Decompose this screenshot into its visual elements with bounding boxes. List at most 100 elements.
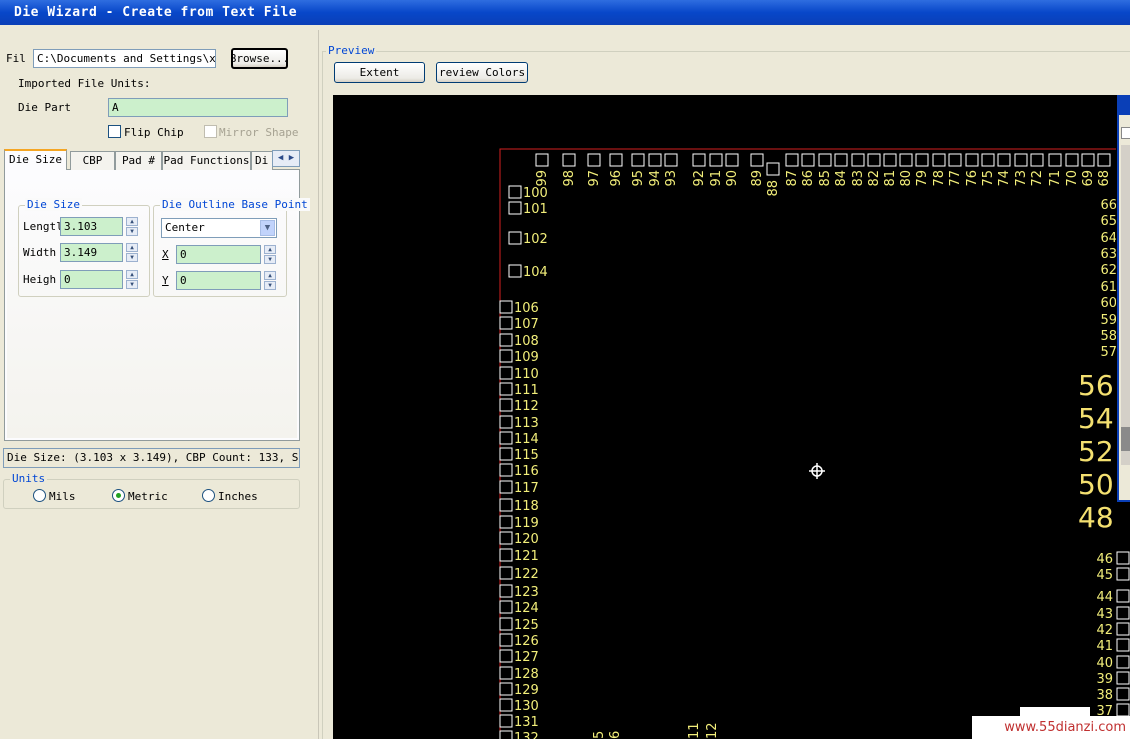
y-up-icon[interactable]: ▲ xyxy=(264,271,276,280)
pad-left xyxy=(499,666,513,680)
pad-label-top: 84 xyxy=(834,170,849,187)
height-up-icon[interactable]: ▲ xyxy=(126,270,138,279)
x-spinner[interactable]: ▲ ▼ xyxy=(264,245,276,265)
units-inches-radio[interactable] xyxy=(202,489,215,502)
pad-label-left: 127 xyxy=(514,650,539,665)
base-point-select[interactable]: Center ▼ xyxy=(161,218,277,238)
pad-right xyxy=(1116,606,1130,620)
units-mils-radio[interactable] xyxy=(33,489,46,502)
chevron-down-icon[interactable]: ▼ xyxy=(260,220,275,236)
pad-left xyxy=(499,531,513,545)
units-metric-radio[interactable] xyxy=(112,489,125,502)
y-label: Y xyxy=(162,274,169,287)
pad-right xyxy=(1116,687,1130,701)
pad-label-top: 86 xyxy=(801,170,816,187)
pad-label-left: 115 xyxy=(514,448,539,463)
pad-label-top: 69 xyxy=(1081,170,1096,187)
tab-pad-number[interactable]: Pad # xyxy=(115,151,162,170)
pad-label-top: 98 xyxy=(562,170,577,187)
browse-button[interactable]: Browse... xyxy=(231,48,288,69)
pad-label-top: 96 xyxy=(609,170,624,187)
pad-top xyxy=(725,153,739,167)
pad-label-left: 122 xyxy=(514,567,539,582)
pad-top xyxy=(535,153,549,167)
imported-units-label: Imported File Units: xyxy=(18,77,151,90)
pad-left xyxy=(508,231,522,245)
pad-label-right: 66 xyxy=(1100,198,1117,213)
pad-label-top: 75 xyxy=(981,170,996,187)
pad-top xyxy=(932,153,946,167)
width-spinner[interactable]: ▲ ▼ xyxy=(126,243,138,263)
height-down-icon[interactable]: ▼ xyxy=(126,280,138,289)
width-input[interactable]: 3.149 xyxy=(60,243,123,262)
pad-label-right: 60 xyxy=(1100,296,1117,311)
pad-label-left: 128 xyxy=(514,667,539,682)
pad-label-left: 123 xyxy=(514,585,539,600)
height-spinner[interactable]: ▲ ▼ xyxy=(126,270,138,290)
watermark: www.55dianzi.com xyxy=(972,716,1130,739)
length-up-icon[interactable]: ▲ xyxy=(126,217,138,226)
pad-label-large: 56 xyxy=(1078,369,1114,402)
y-spinner[interactable]: ▲ ▼ xyxy=(264,271,276,291)
file-path-input[interactable]: C:\Documents and Settings\xiat xyxy=(33,49,216,68)
window-title: Die Wizard - Create from Text File xyxy=(14,5,298,20)
preview-canvas[interactable]: 99 98 97 96 95 94 93 92 91 90 89 88 87 86 85 84 83 82 81 80… xyxy=(333,95,1130,739)
length-spinner[interactable]: ▲ ▼ xyxy=(126,217,138,237)
pad-label-bottom: 5 xyxy=(592,731,607,739)
die-part-input[interactable]: A xyxy=(108,98,288,117)
pad-label-left: 119 xyxy=(514,516,539,531)
mirror-shape-label: Mirror Shape xyxy=(219,126,299,139)
pad-top xyxy=(883,153,897,167)
pad-label-top: 85 xyxy=(818,170,833,187)
x-input[interactable]: 0 xyxy=(176,245,261,264)
width-down-icon[interactable]: ▼ xyxy=(126,253,138,262)
height-input[interactable]: 0 xyxy=(60,270,123,289)
y-input[interactable]: 0 xyxy=(176,271,261,290)
preview-colors-button[interactable]: review Colors... xyxy=(436,62,528,83)
die-outline-group-title: Die Outline Base Point xyxy=(160,198,310,211)
pad-top xyxy=(915,153,929,167)
pad-top xyxy=(997,153,1011,167)
pad-left xyxy=(499,600,513,614)
flip-chip-checkbox[interactable] xyxy=(108,125,121,138)
pad-label-left: 108 xyxy=(514,334,539,349)
overlapping-window-edge xyxy=(1116,95,1130,502)
tab-di[interactable]: Di xyxy=(251,151,273,170)
pad-top xyxy=(1097,153,1111,167)
pad-top xyxy=(750,153,764,167)
x-down-icon[interactable]: ▼ xyxy=(264,255,276,264)
pad-right xyxy=(1116,551,1130,565)
tab-die-size[interactable]: Die Size xyxy=(4,149,67,171)
pad-right xyxy=(1116,655,1130,669)
file-label: Fil xyxy=(6,52,26,65)
pad-label-top: 94 xyxy=(648,170,663,187)
x-up-icon[interactable]: ▲ xyxy=(264,245,276,254)
tab-scroll-right-icon[interactable]: ▶ xyxy=(289,153,294,163)
preview-colors-button-label: review Colors... xyxy=(439,66,527,79)
flip-chip-label: Flip Chip xyxy=(124,126,184,139)
pad-label-left: 121 xyxy=(514,549,539,564)
tab-cbp[interactable]: CBP xyxy=(70,151,115,170)
tab-pad-functions[interactable]: Pad Functions xyxy=(162,151,251,170)
browse-button-label: Browse... xyxy=(231,52,288,65)
mirror-shape-checkbox[interactable] xyxy=(204,125,217,138)
pad-top xyxy=(631,153,645,167)
tab-scroll-left-icon[interactable]: ◀ xyxy=(278,153,283,163)
extent-button[interactable]: Extent xyxy=(334,62,425,83)
pad-label-right: 61 xyxy=(1100,280,1117,295)
length-input[interactable]: 3.103 xyxy=(60,217,123,236)
pad-label-right: 63 xyxy=(1100,247,1117,262)
pad-label-right: 41 xyxy=(1096,639,1113,654)
pad-label-left: 126 xyxy=(514,634,539,649)
pad-label-large: 48 xyxy=(1078,501,1114,534)
pad-label-left: 129 xyxy=(514,683,539,698)
pad-label-large: 52 xyxy=(1078,435,1114,468)
pad-top xyxy=(664,153,678,167)
length-down-icon[interactable]: ▼ xyxy=(126,227,138,236)
pad-left xyxy=(508,201,522,215)
tab-scroll-arrows[interactable]: ◀ ▶ xyxy=(272,150,300,167)
width-up-icon[interactable]: ▲ xyxy=(126,243,138,252)
pad-top xyxy=(1065,153,1079,167)
pad-left xyxy=(499,633,513,647)
y-down-icon[interactable]: ▼ xyxy=(264,281,276,290)
